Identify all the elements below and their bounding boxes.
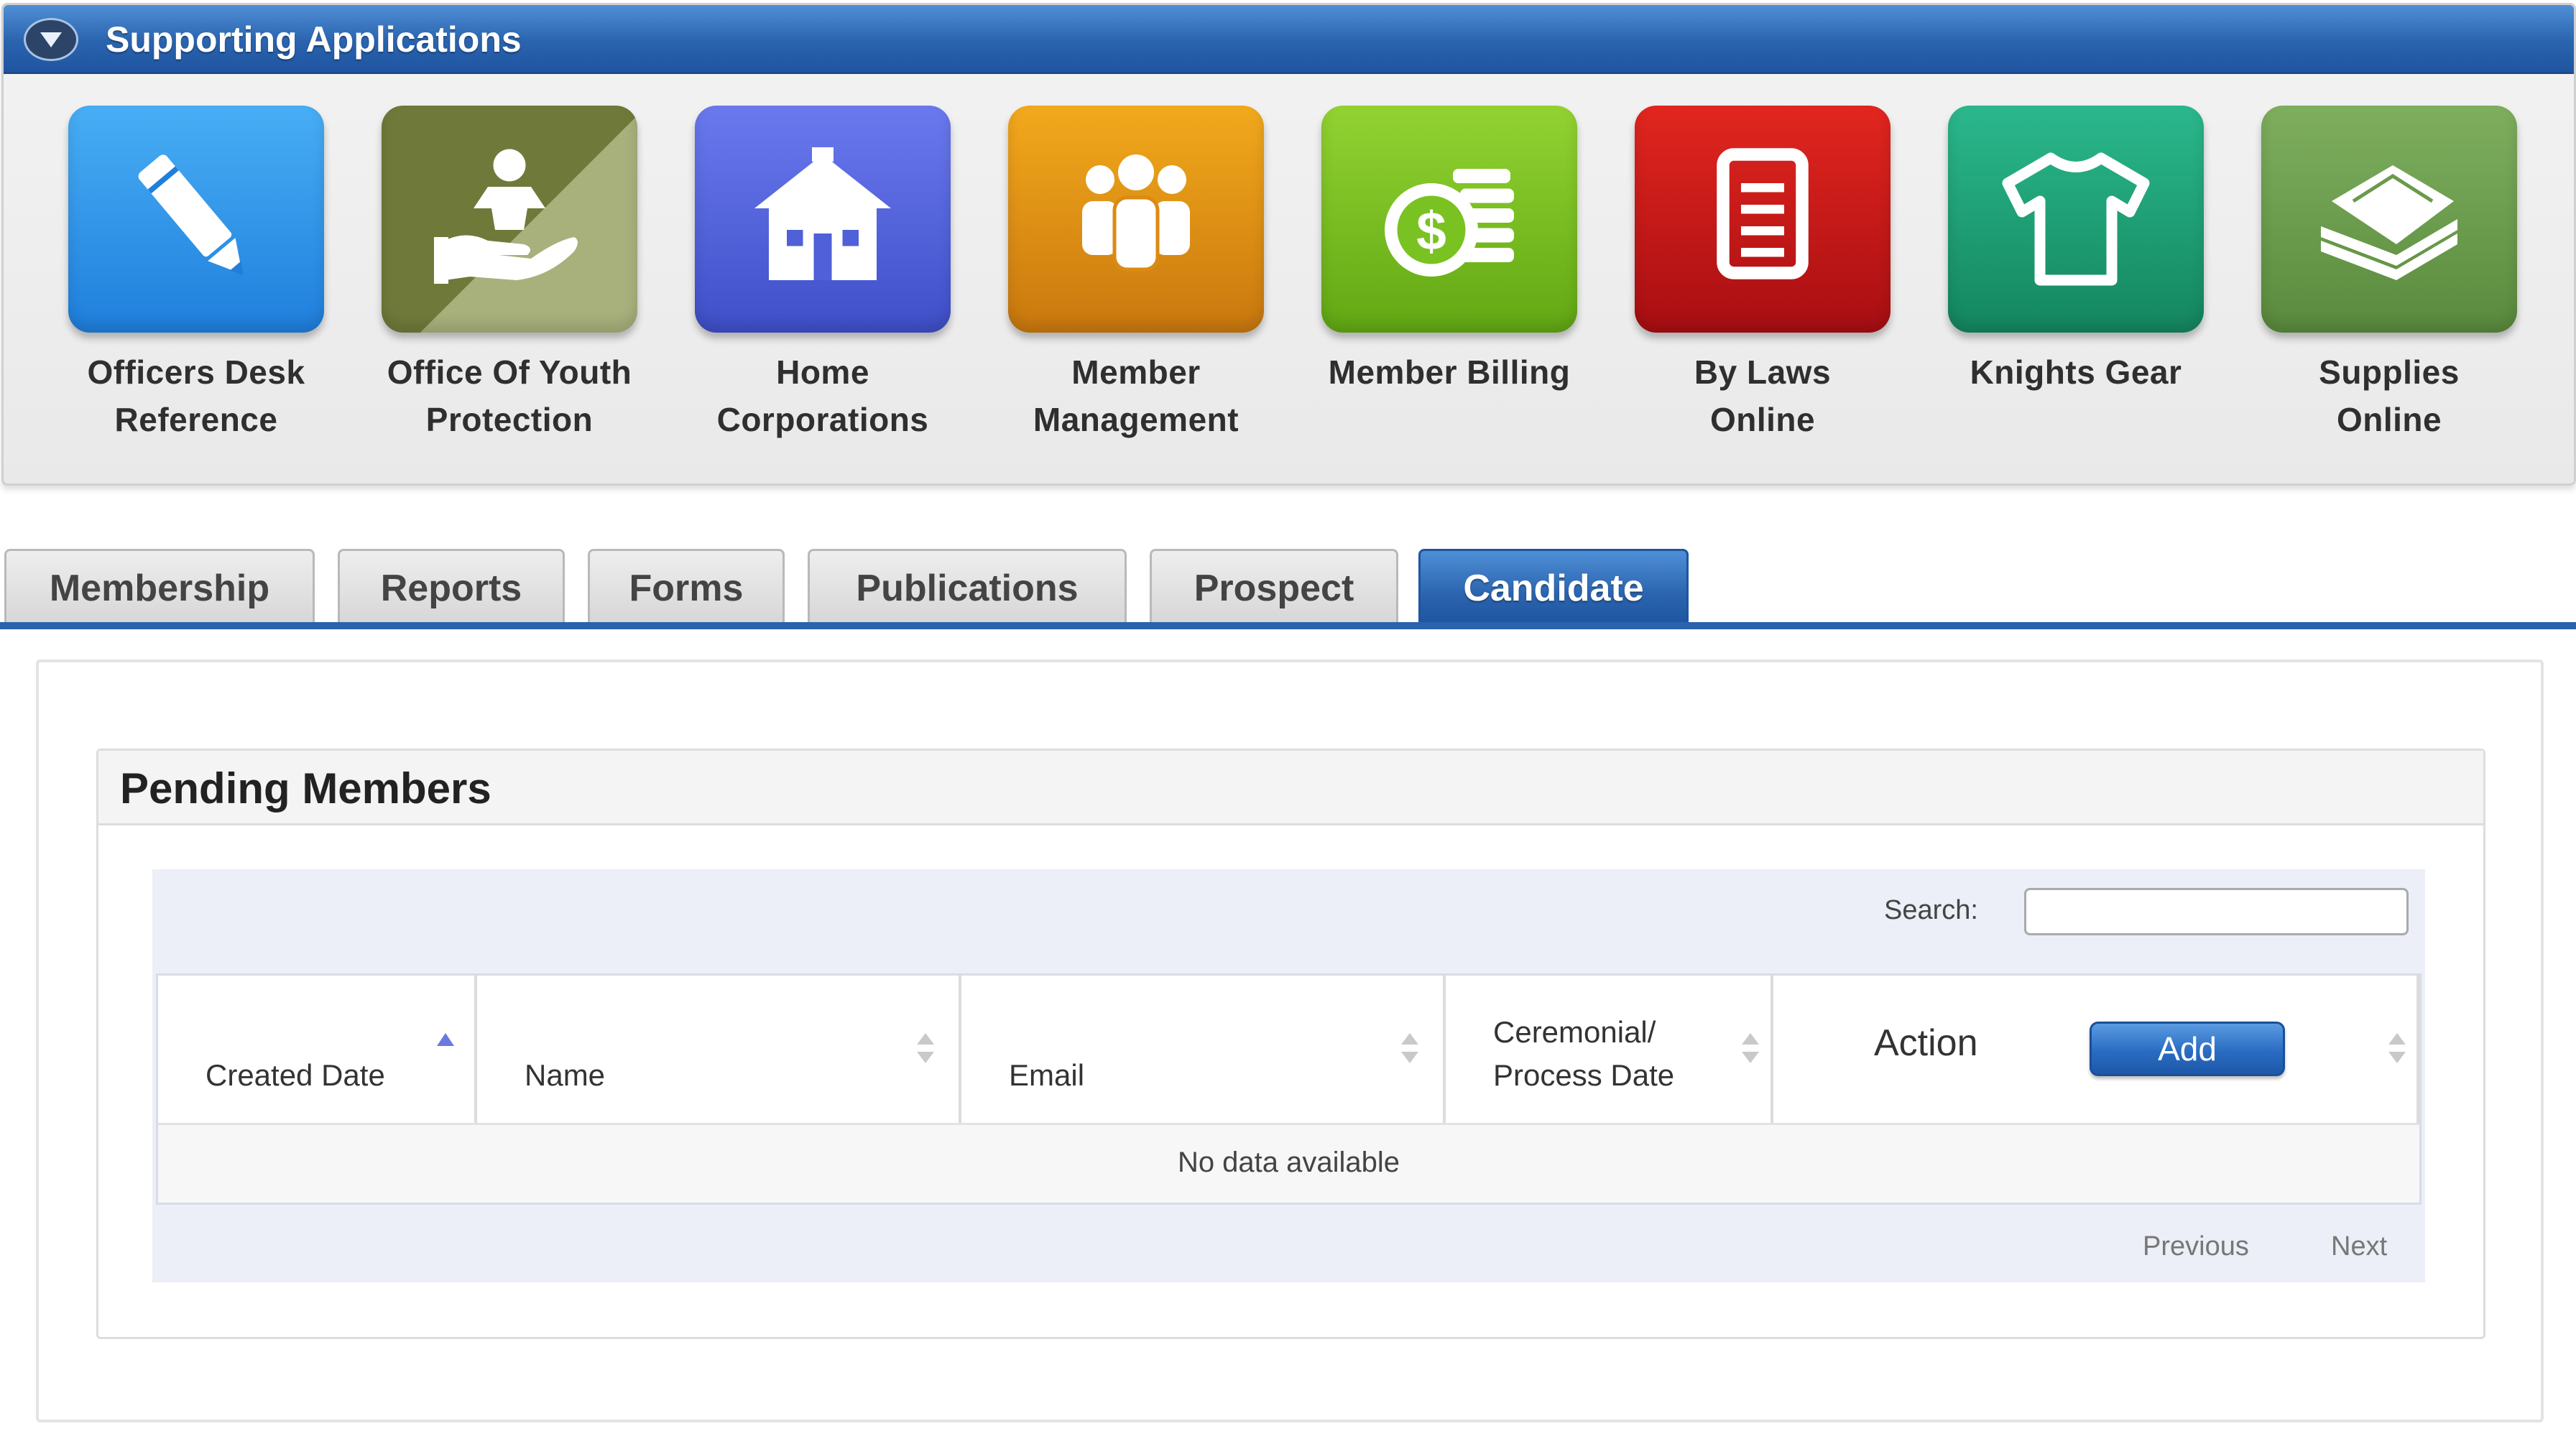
- people-group-icon: [1082, 154, 1190, 272]
- tab-reports[interactable]: Reports: [338, 549, 565, 625]
- app-icon-tile: [68, 106, 324, 333]
- column-header-label: Ceremonial/ Process Date: [1493, 1015, 1675, 1092]
- sort-both-icon: [1742, 1033, 1759, 1063]
- tab-content-panel: Pending Members Search: Created Date Nam…: [36, 659, 2544, 1422]
- chevron-down-icon: [40, 32, 62, 47]
- app-by-laws-online[interactable]: By Laws Online: [1619, 106, 1906, 465]
- pending-members-table: Created Date Name Email Ceremonial/ Proc…: [156, 973, 2422, 1205]
- pending-members-title: Pending Members: [120, 764, 491, 813]
- app-icon-tile: $: [1321, 106, 1577, 333]
- dollar-coins-icon: $: [1385, 169, 1514, 277]
- column-header-label: Action: [1874, 1022, 1978, 1064]
- app-home-corporations[interactable]: Home Corporations: [679, 106, 966, 465]
- no-data-message: No data available: [1177, 1147, 1400, 1178]
- supporting-applications-header: Supporting Applications: [4, 5, 2574, 74]
- search-label: Search:: [1884, 895, 1978, 925]
- column-header-name[interactable]: Name: [477, 976, 961, 1123]
- app-label: Knights Gear: [1970, 353, 2182, 391]
- app-label: Home Corporations: [716, 353, 929, 438]
- sort-both-icon: [917, 1033, 934, 1063]
- app-member-management[interactable]: Member Management: [992, 106, 1280, 465]
- app-icon-tile: [1948, 106, 2204, 333]
- pending-members-panel: Pending Members Search: Created Date Nam…: [96, 749, 2485, 1339]
- app-label: Member Management: [1033, 353, 1239, 438]
- tabs-divider: [0, 622, 2576, 629]
- column-header-created-date[interactable]: Created Date: [158, 976, 477, 1123]
- tab-prospect[interactable]: Prospect: [1150, 549, 1398, 625]
- app-label: Member Billing: [1328, 353, 1571, 391]
- column-header-ceremonial-process-date[interactable]: Ceremonial/ Process Date: [1446, 976, 1773, 1123]
- app-member-billing[interactable]: $ Member Billing: [1306, 106, 1593, 465]
- tab-forms[interactable]: Forms: [588, 549, 785, 625]
- sort-ascending-icon: [437, 1033, 454, 1046]
- app-icon-tile: [1635, 106, 1891, 333]
- youth-protection-hand-icon: [434, 149, 578, 284]
- document-icon: [1717, 148, 1809, 279]
- supporting-applications-title: Supporting Applications: [106, 19, 522, 60]
- app-supplies-online[interactable]: Supplies Online: [2245, 106, 2533, 465]
- column-header-label: Email: [1009, 1058, 1085, 1092]
- tab-candidate[interactable]: Candidate: [1418, 549, 1689, 625]
- pagination-previous[interactable]: Previous: [2143, 1228, 2249, 1264]
- app-icon-tile: [382, 106, 637, 333]
- app-label: By Laws Online: [1694, 353, 1832, 438]
- column-header-action[interactable]: Action Add: [1773, 976, 2419, 1123]
- table-row-empty: No data available: [158, 1123, 2419, 1203]
- tab-membership[interactable]: Membership: [4, 549, 315, 625]
- svg-text:$: $: [1416, 201, 1446, 261]
- collapse-toggle-button[interactable]: [24, 18, 78, 61]
- t-shirt-icon: [2002, 152, 2150, 286]
- pending-members-table-wrapper: Search: Created Date Name Email Ceremoni…: [152, 869, 2425, 1282]
- sort-both-icon: [1401, 1033, 1418, 1063]
- main-tabs: Membership Reports Forms Publications Pr…: [0, 545, 2576, 625]
- supporting-applications-panel: Supporting Applications Officers Desk Re…: [1, 3, 2576, 486]
- app-knights-gear[interactable]: Knights Gear: [1932, 106, 2220, 465]
- search-input[interactable]: [2024, 888, 2409, 935]
- pagination-next[interactable]: Next: [2331, 1228, 2387, 1264]
- house-icon: [754, 147, 891, 280]
- app-office-of-youth-protection[interactable]: Office Of Youth Protection: [366, 106, 653, 465]
- app-officers-desk-reference[interactable]: Officers Desk Reference: [52, 106, 340, 465]
- pencil-icon: [138, 154, 244, 276]
- column-header-label: Created Date: [206, 1058, 385, 1092]
- app-label: Officers Desk Reference: [87, 353, 305, 438]
- app-label: Supplies Online: [2319, 353, 2460, 438]
- column-header-email[interactable]: Email: [961, 976, 1446, 1123]
- add-button[interactable]: Add: [2090, 1022, 2285, 1076]
- paper-stack-icon: [2321, 165, 2457, 280]
- pending-members-header: Pending Members: [98, 751, 2483, 825]
- column-header-label: Name: [525, 1058, 606, 1092]
- sort-both-icon: [2388, 1033, 2406, 1063]
- app-icon-tile: [1008, 106, 1264, 333]
- app-icon-tile: [2261, 106, 2517, 333]
- tab-publications[interactable]: Publications: [808, 549, 1127, 625]
- app-icon-tile: [695, 106, 951, 333]
- app-label: Office Of Youth Protection: [387, 353, 632, 438]
